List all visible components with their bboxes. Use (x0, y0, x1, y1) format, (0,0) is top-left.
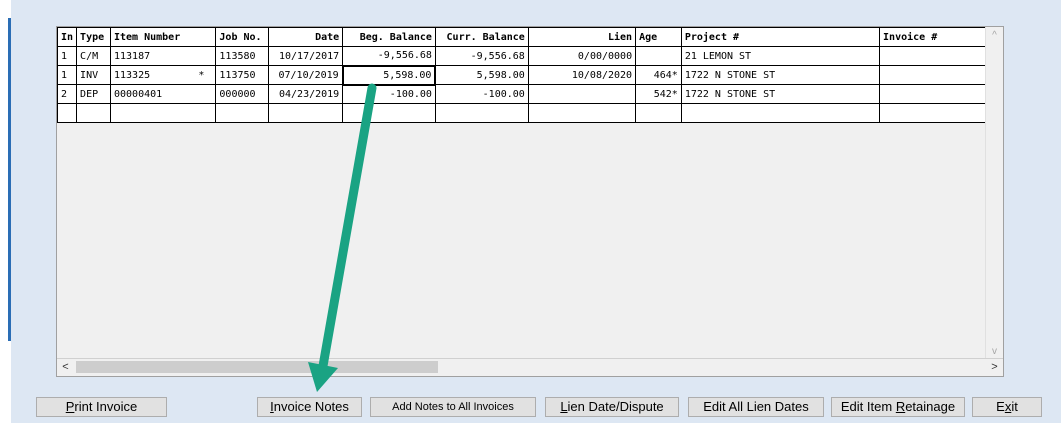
cell-in[interactable] (57, 103, 78, 123)
invoice-notes-button[interactable]: Invoice Notes (257, 397, 362, 417)
table-row[interactable]: 2 DEP 00000401 000000 04/23/2019 -100.00… (57, 84, 1003, 104)
edit-item-retainage-button[interactable]: Edit Item Retainage (831, 397, 965, 417)
cell-beg-balance[interactable]: -9,556.68 (342, 46, 436, 66)
cell-date[interactable] (268, 103, 344, 123)
cell-item-number[interactable]: 113187 (109, 46, 217, 66)
btn-label-post: rint Invoice (74, 399, 138, 414)
cell-curr-balance[interactable]: -100.00 (434, 84, 529, 104)
btn-label-accel: L (560, 399, 568, 414)
cell-curr-balance[interactable] (434, 103, 529, 123)
col-header-lien[interactable]: Lien (527, 27, 637, 47)
grid-header-row: In Type Item Number Job No. Date Beg. Ba… (57, 27, 1003, 47)
scroll-right-icon[interactable]: > (986, 359, 1003, 376)
btn-label-post: etainage (905, 399, 956, 414)
cell-age[interactable]: 464* (635, 65, 682, 85)
btn-label-post: nvoice Notes (273, 399, 349, 414)
horizontal-scroll-thumb[interactable] (76, 361, 438, 373)
col-header-beg-balance[interactable]: Beg. Balance (342, 27, 436, 47)
exit-button[interactable]: Exit (972, 397, 1042, 417)
cell-type[interactable]: DEP (76, 84, 111, 104)
btn-label-pre: Add Notes to All Invoices (392, 401, 514, 413)
item-number-text: 113187 (113, 50, 151, 62)
cell-job-no[interactable] (215, 103, 270, 123)
btn-label-post: it (1011, 399, 1018, 414)
col-header-type[interactable]: Type (76, 27, 111, 47)
col-header-in[interactable]: In (57, 27, 78, 47)
cell-curr-balance[interactable]: -9,556.68 (434, 46, 529, 66)
cell-project[interactable]: 1722 N STONE ST (680, 65, 881, 85)
cell-lien[interactable] (527, 84, 637, 104)
btn-label-accel: R (895, 399, 906, 414)
table-row[interactable]: 1 C/M 113187 113580 10/17/2017 -9,556.68… (57, 46, 1003, 66)
cell-project[interactable] (680, 103, 881, 123)
lien-date-dispute-button[interactable]: Lien Date/Dispute (545, 397, 679, 417)
cell-lien[interactable]: 10/08/2020 (527, 65, 637, 85)
cell-in[interactable]: 2 (57, 84, 78, 104)
scroll-left-icon[interactable]: < (57, 359, 74, 376)
cell-item-number[interactable]: 113325 * (109, 65, 217, 85)
cell-item-number[interactable]: 00000401 (109, 84, 217, 104)
selected-beg-balance-cell[interactable]: 5,598.00 (341, 64, 437, 86)
cell-in[interactable]: 1 (57, 65, 78, 85)
cell-beg-balance[interactable]: -100.00 (342, 84, 436, 104)
col-header-project[interactable]: Project # (680, 27, 881, 47)
col-header-item-number[interactable]: Item Number (109, 27, 217, 47)
cell-item-number[interactable] (109, 103, 217, 123)
table-row[interactable] (57, 103, 1003, 123)
cell-age[interactable]: 542* (635, 84, 682, 104)
cell-curr-balance[interactable]: 5,598.00 (434, 65, 529, 85)
add-notes-to-all-invoices-button[interactable]: Add Notes to All Invoices (370, 397, 536, 417)
cell-beg-balance[interactable] (342, 103, 436, 123)
btn-label-pre: Edit All Lien Dates (703, 399, 809, 414)
cell-type[interactable] (76, 103, 111, 123)
cell-lien[interactable] (527, 103, 637, 123)
btn-label-pre: Edit Item (840, 399, 896, 414)
btn-label-post: ien Date/Dispute (567, 399, 664, 414)
cell-job-no[interactable]: 113750 (215, 65, 270, 85)
cell-age[interactable] (635, 103, 682, 123)
cell-date[interactable]: 10/17/2017 (268, 46, 344, 66)
window-edge-accent (8, 18, 11, 341)
edit-all-lien-dates-button[interactable]: Edit All Lien Dates (688, 397, 824, 417)
item-number-text: 113325 (113, 69, 151, 81)
cell-age[interactable] (635, 46, 682, 66)
cell-job-no[interactable]: 000000 (215, 84, 270, 104)
cell-in[interactable]: 1 (57, 46, 78, 66)
cell-type[interactable]: INV (76, 65, 111, 85)
cell-lien[interactable]: 0/00/0000 (527, 46, 637, 66)
invoice-grid: In Type Item Number Job No. Date Beg. Ba… (57, 27, 1003, 123)
left-strip (0, 0, 8, 423)
cell-date[interactable]: 04/23/2019 (268, 84, 344, 104)
btn-label-pre: E (996, 399, 1005, 414)
table-row[interactable]: 1 INV 113325 * 113750 07/10/2019 5,598.00… (57, 64, 1003, 86)
cell-project[interactable]: 1722 N STONE ST (680, 84, 881, 104)
col-header-job-no[interactable]: Job No. (215, 27, 270, 47)
item-number-text: 00000401 (113, 88, 163, 100)
col-header-age[interactable]: Age (635, 27, 682, 47)
cell-type[interactable]: C/M (76, 46, 111, 66)
item-flag: * (198, 69, 205, 81)
print-invoice-button[interactable]: Print Invoice (36, 397, 167, 417)
cell-project[interactable]: 21 LEMON ST (680, 46, 881, 66)
vertical-scrollbar[interactable]: ^ v (985, 27, 1003, 360)
col-header-date[interactable]: Date (268, 27, 344, 47)
invoice-grid-panel: In Type Item Number Job No. Date Beg. Ba… (56, 26, 1004, 377)
scroll-up-icon[interactable]: ^ (986, 27, 1003, 44)
col-header-curr-balance[interactable]: Curr. Balance (434, 27, 529, 47)
cell-date[interactable]: 07/10/2019 (268, 65, 344, 85)
cell-job-no[interactable]: 113580 (215, 46, 270, 66)
horizontal-scrollbar[interactable]: < > (57, 358, 1003, 376)
